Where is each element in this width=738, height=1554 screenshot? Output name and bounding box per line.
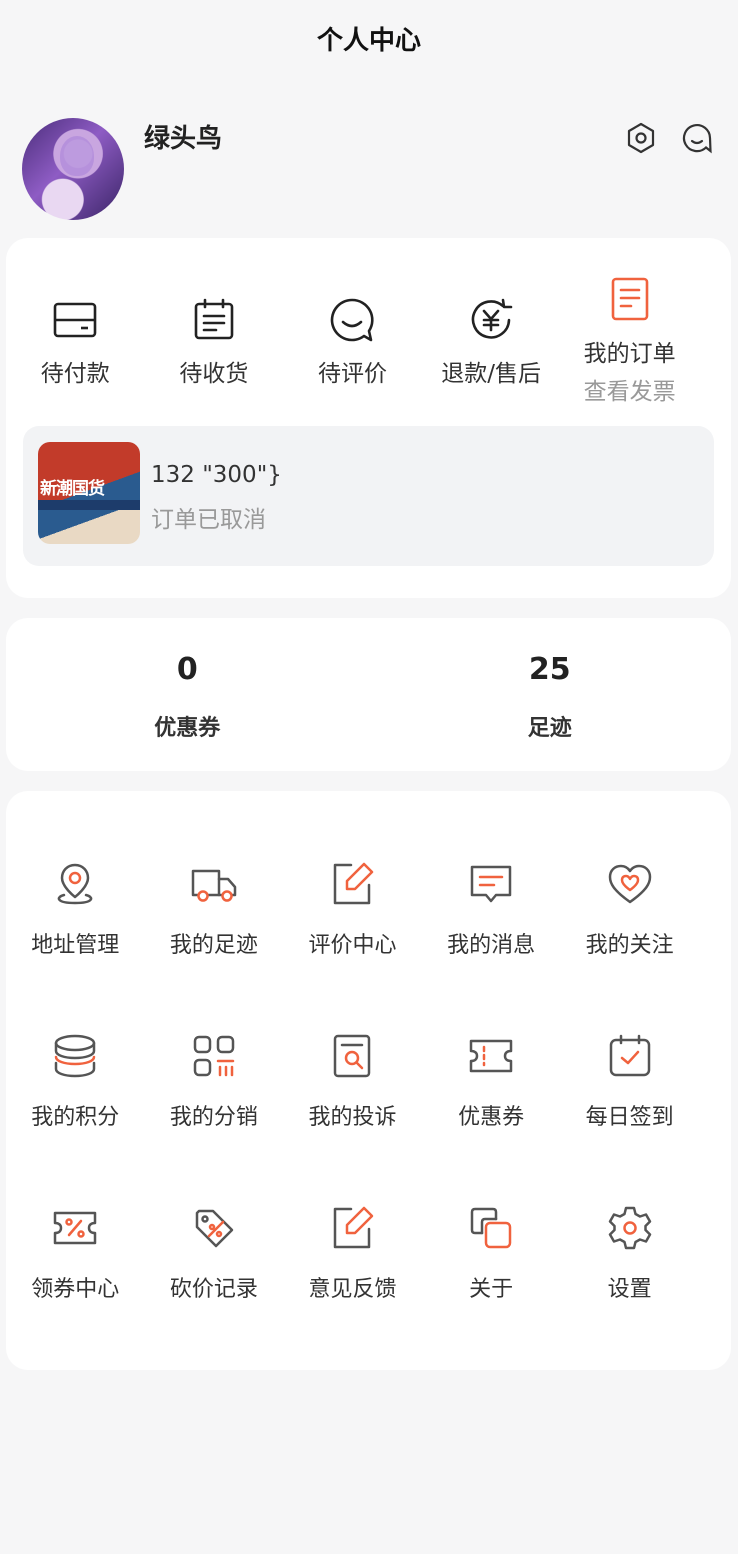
order-status-row: 待付款 待收货 待评价 退款/售后 我的订单 查看发票 bbox=[6, 274, 731, 414]
heart-chat-icon bbox=[605, 859, 655, 909]
stat-coupons[interactable]: 0 优惠券 bbox=[6, 618, 369, 771]
service-follows[interactable]: 我的关注 bbox=[560, 845, 699, 1017]
service-address[interactable]: 地址管理 bbox=[6, 845, 145, 1017]
doc-search-icon bbox=[327, 1031, 377, 1081]
my-orders-button[interactable]: 我的订单 查看发票 bbox=[560, 274, 699, 414]
settings-hexagon-icon[interactable] bbox=[624, 121, 658, 155]
order-refund-aftersale[interactable]: 退款/售后 bbox=[422, 274, 561, 414]
message-bubble-icon[interactable] bbox=[680, 121, 714, 155]
page-title: 个人中心 bbox=[316, 25, 421, 56]
calendar-check-icon bbox=[605, 1031, 655, 1081]
stat-footprints[interactable]: 25 足迹 bbox=[369, 618, 732, 771]
truck-icon bbox=[189, 859, 239, 909]
stats-card: 0 优惠券 25 足迹 bbox=[6, 618, 731, 771]
order-pending-payment[interactable]: 待付款 bbox=[6, 274, 145, 414]
thumbnail-text: 新潮国货 bbox=[40, 479, 105, 499]
order-pending-review[interactable]: 待评价 bbox=[283, 274, 422, 414]
order-pending-receipt[interactable]: 待收货 bbox=[145, 274, 284, 414]
service-bargain-records[interactable]: 砍价记录 bbox=[145, 1189, 284, 1361]
service-footprints[interactable]: 我的足迹 bbox=[145, 845, 284, 1017]
services-row: 地址管理 我的足迹 评价中心 我的消息 我的关注 bbox=[6, 845, 731, 1017]
gear-icon bbox=[605, 1203, 655, 1253]
ticket-icon bbox=[466, 1031, 516, 1081]
services-row: 领券中心 砍价记录 意见反馈 关于 设置 bbox=[6, 1189, 731, 1361]
service-coupons[interactable]: 优惠券 bbox=[422, 1017, 561, 1189]
service-points[interactable]: 我的积分 bbox=[6, 1017, 145, 1189]
grid-chart-icon bbox=[189, 1031, 239, 1081]
avatar[interactable] bbox=[22, 118, 124, 220]
service-label: 我的投诉 bbox=[308, 1105, 397, 1130]
location-pin-icon bbox=[50, 859, 100, 909]
services-grid: 地址管理 我的足迹 评价中心 我的消息 我的关注 我的积分 我的分销 我的投诉 … bbox=[6, 845, 731, 1361]
order-item-label: 退款/售后 bbox=[441, 361, 541, 387]
stat-label: 足迹 bbox=[527, 716, 572, 741]
order-item-label: 待付款 bbox=[40, 361, 110, 387]
service-complaints[interactable]: 我的投诉 bbox=[283, 1017, 422, 1189]
service-label: 领券中心 bbox=[31, 1277, 120, 1302]
refund-icon bbox=[465, 294, 517, 346]
service-messages[interactable]: 我的消息 bbox=[422, 845, 561, 1017]
profile-page: 个人中心 绿头鸟 待付款 待收货 待评价 退款/售后 我的订单 查看发票 新潮国… bbox=[0, 0, 738, 1554]
service-label: 意见反馈 bbox=[308, 1277, 397, 1302]
profile-header: 绿头鸟 bbox=[0, 76, 738, 238]
order-item-label: 待收货 bbox=[179, 361, 249, 387]
service-label: 我的关注 bbox=[585, 933, 674, 958]
username[interactable]: 绿头鸟 bbox=[144, 118, 222, 155]
service-settings[interactable]: 设置 bbox=[560, 1189, 699, 1361]
order-item-label: 待评价 bbox=[317, 361, 387, 387]
service-coupon-center[interactable]: 领券中心 bbox=[6, 1189, 145, 1361]
coins-icon bbox=[50, 1031, 100, 1081]
stat-value: 25 bbox=[528, 652, 571, 687]
service-feedback[interactable]: 意见反馈 bbox=[283, 1189, 422, 1361]
view-invoice-link[interactable]: 查看发票 bbox=[584, 372, 676, 406]
service-label: 我的积分 bbox=[31, 1105, 120, 1130]
wallet-icon bbox=[49, 294, 101, 346]
product-thumbnail: 新潮国货 bbox=[38, 442, 140, 544]
order-doc-icon bbox=[604, 274, 656, 326]
price-tag-icon bbox=[189, 1203, 239, 1253]
order-status: 订单已取消 bbox=[151, 507, 266, 533]
service-label: 设置 bbox=[607, 1277, 652, 1302]
latest-order[interactable]: 新潮国货 132 "300"} 订单已取消 bbox=[23, 426, 714, 566]
services-card: 地址管理 我的足迹 评价中心 我的消息 我的关注 我的积分 我的分销 我的投诉 … bbox=[6, 791, 731, 1370]
service-label: 优惠券 bbox=[458, 1105, 525, 1130]
service-label: 我的分销 bbox=[169, 1105, 258, 1130]
service-distribution[interactable]: 我的分销 bbox=[145, 1017, 284, 1189]
service-label: 我的消息 bbox=[447, 933, 536, 958]
service-about[interactable]: 关于 bbox=[422, 1189, 561, 1361]
stat-label: 优惠券 bbox=[154, 716, 221, 741]
service-label: 砍价记录 bbox=[169, 1277, 258, 1302]
about-squares-icon bbox=[466, 1203, 516, 1253]
order-product-name: 132 "300"} bbox=[151, 462, 282, 488]
coupon-percent-icon bbox=[50, 1203, 100, 1253]
service-label: 我的足迹 bbox=[169, 933, 258, 958]
smile-chat-icon bbox=[326, 294, 378, 346]
calendar-icon bbox=[188, 294, 240, 346]
service-label: 每日签到 bbox=[585, 1105, 674, 1130]
my-orders-label: 我的订单 bbox=[583, 341, 676, 367]
service-label: 关于 bbox=[469, 1277, 514, 1302]
nav-bar: 个人中心 bbox=[0, 0, 738, 76]
edit-icon bbox=[327, 859, 377, 909]
services-row: 我的积分 我的分销 我的投诉 优惠券 每日签到 bbox=[6, 1017, 731, 1189]
service-label: 地址管理 bbox=[31, 933, 120, 958]
stat-value: 0 bbox=[176, 652, 198, 687]
service-daily-checkin[interactable]: 每日签到 bbox=[560, 1017, 699, 1189]
orders-card: 待付款 待收货 待评价 退款/售后 我的订单 查看发票 新潮国货 132 "30… bbox=[6, 238, 731, 598]
thumbnail-band bbox=[38, 500, 140, 510]
feedback-edit-icon bbox=[327, 1203, 377, 1253]
service-review-center[interactable]: 评价中心 bbox=[283, 845, 422, 1017]
service-label: 评价中心 bbox=[308, 933, 397, 958]
message-icon bbox=[466, 859, 516, 909]
